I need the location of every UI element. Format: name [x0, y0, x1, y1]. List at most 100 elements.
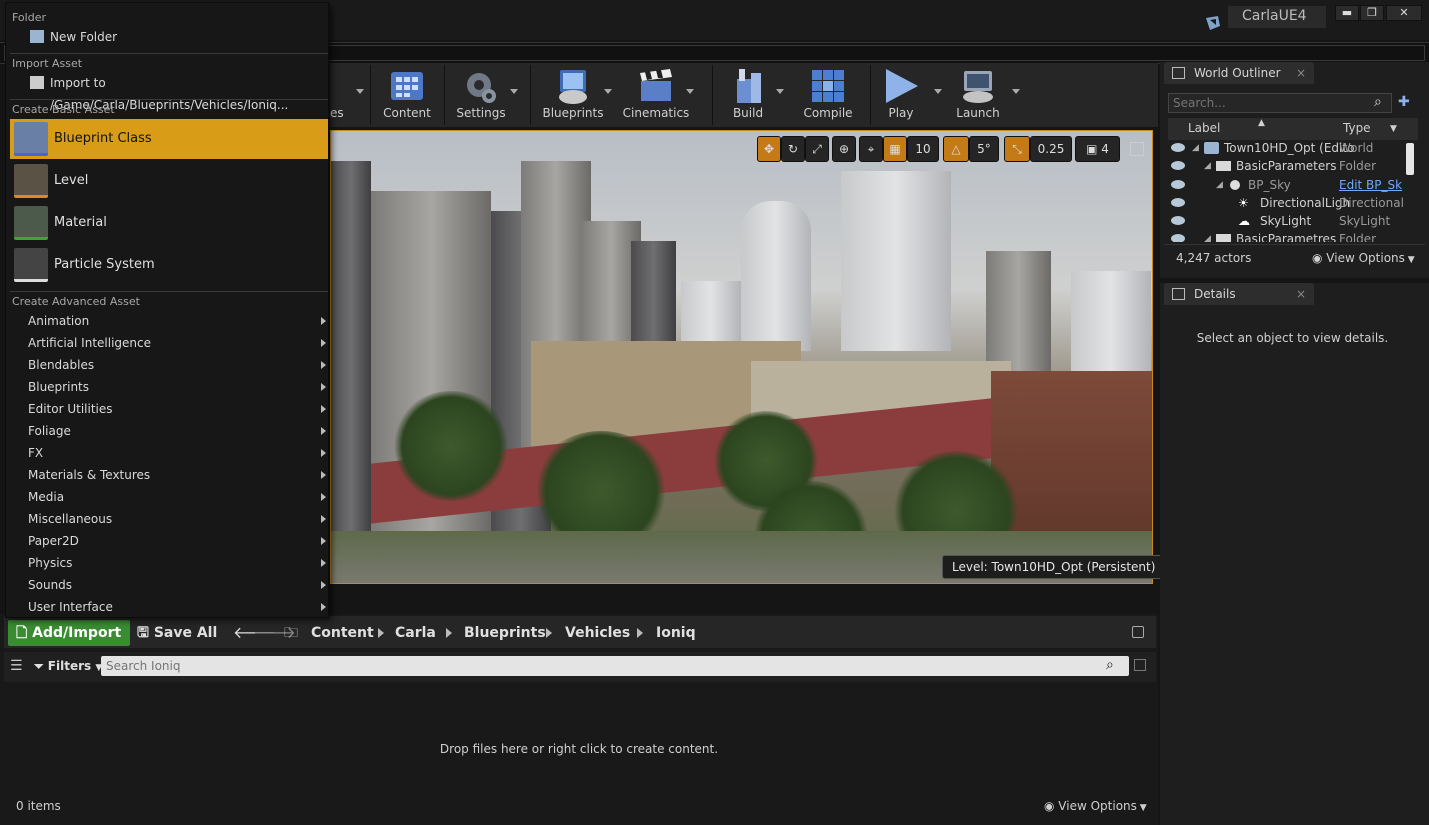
outliner-row[interactable]: ☁ SkyLight SkyLight [1168, 212, 1408, 230]
grid-snap-toggle[interactable]: ▦ [883, 136, 907, 162]
close-window-button[interactable]: ✕ [1386, 5, 1422, 21]
material-item[interactable]: Material [10, 203, 328, 243]
breadcrumb-separator-icon[interactable] [637, 628, 643, 638]
minimize-button[interactable]: ▬ [1335, 5, 1359, 21]
menu-item-sounds[interactable]: Sounds [10, 575, 328, 595]
maximize-viewport-icon[interactable] [1130, 142, 1144, 156]
scale-snap-toggle[interactable]: ⤡ [1004, 136, 1030, 162]
toolbar-modes-button[interactable]: es [330, 63, 366, 127]
visibility-eye-icon[interactable] [1171, 216, 1185, 225]
world-local-toggle[interactable]: ⊕ [832, 136, 856, 162]
expand-arrow-icon[interactable]: ◢ [1204, 230, 1211, 242]
menu-item-foliage[interactable]: Foliage [10, 421, 328, 441]
new-folder-icon [30, 30, 44, 43]
column-type[interactable]: Type [1343, 121, 1371, 135]
outliner-row[interactable]: ☀ DirectionalLigh DirectionalL [1168, 194, 1408, 212]
play-button[interactable]: Play [874, 63, 942, 127]
expand-arrow-icon[interactable]: ◢ [1192, 139, 1199, 157]
column-label[interactable]: Label [1188, 121, 1220, 135]
breadcrumb-separator-icon[interactable] [546, 628, 552, 638]
menu-item-blueprints[interactable]: Blueprints [10, 377, 328, 397]
blueprint-class-icon [14, 122, 48, 156]
sort-up-icon: ▲ [1258, 118, 1265, 128]
menu-item-animation[interactable]: Animation [10, 311, 328, 331]
content-view-options[interactable]: ◉ View Options ▼ [1044, 799, 1147, 813]
menu-item-user-interface[interactable]: User Interface [10, 597, 328, 617]
lock-icon[interactable] [1132, 626, 1144, 638]
visibility-eye-icon[interactable] [1171, 180, 1185, 189]
visibility-eye-icon[interactable] [1171, 161, 1185, 170]
visibility-eye-icon[interactable] [1171, 143, 1185, 152]
content-button[interactable]: Content [374, 63, 440, 127]
blueprints-button[interactable]: Blueprints [538, 63, 612, 127]
camera-speed-button[interactable]: ▣ 4 [1075, 136, 1120, 162]
compile-icon [809, 67, 847, 105]
breadcrumb-carla[interactable]: Carla [395, 620, 436, 646]
expand-arrow-icon[interactable]: ◢ [1216, 176, 1223, 194]
tab-world-outliner[interactable]: World Outliner × [1164, 62, 1314, 84]
visibility-eye-icon[interactable] [1171, 198, 1185, 207]
folder-icon [1216, 161, 1231, 171]
menu-item-paper2d[interactable]: Paper2D [10, 531, 328, 551]
menu-item-blendables[interactable]: Blendables [10, 355, 328, 375]
save-all-button[interactable]: 🖫 Save All [137, 620, 225, 646]
outliner-row[interactable]: ◢ BasicParametres Folder [1168, 230, 1408, 242]
add-filter-icon[interactable]: ✚ [1398, 94, 1410, 110]
level-viewport[interactable] [330, 130, 1153, 584]
settings-button[interactable]: Settings [448, 63, 518, 127]
outliner-row[interactable]: ◢ BasicParameters Folder [1168, 157, 1408, 175]
breadcrumb-separator-icon[interactable] [378, 628, 384, 638]
outliner-row[interactable]: ◢ BP_Sky Edit BP_Sk [1168, 176, 1408, 194]
scale-snap-value[interactable]: 0.25 [1030, 136, 1072, 162]
menu-item-fx[interactable]: FX [10, 443, 328, 463]
close-tab-icon[interactable]: × [1296, 283, 1306, 305]
launch-label: Launch [956, 106, 1000, 120]
rotation-snap-value[interactable]: 5° [969, 136, 999, 162]
grid-snap-value[interactable]: 10 [907, 136, 939, 162]
sources-panel-icon[interactable]: ☰ [10, 658, 23, 674]
scale-tool-button[interactable]: ⤢ [805, 136, 829, 162]
add-import-button[interactable]: 🗋 Add/Import ▼ [8, 620, 130, 666]
build-button[interactable]: Build [716, 63, 784, 127]
visibility-eye-icon[interactable] [1171, 234, 1185, 242]
maximize-button[interactable]: ❐ [1360, 5, 1384, 21]
submenu-arrow-icon [321, 427, 326, 435]
close-tab-icon[interactable]: × [1296, 62, 1306, 84]
breadcrumb-separator-icon[interactable] [446, 628, 452, 638]
launch-button[interactable]: Launch [950, 63, 1020, 127]
surface-snap-button[interactable]: ⌖ [859, 136, 883, 162]
breadcrumb-content[interactable]: Content [311, 620, 374, 646]
rotation-snap-toggle[interactable]: △ [943, 136, 969, 162]
breadcrumb-blueprints[interactable]: Blueprints [464, 620, 546, 646]
outliner-view-options[interactable]: ◉ View Options ▼ [1312, 251, 1415, 265]
breadcrumb-ioniq[interactable]: Ioniq [656, 620, 696, 646]
rotate-tool-button[interactable]: ↻ [781, 136, 805, 162]
outliner-row-label: Town10HD_Opt (Edito [1224, 141, 1355, 155]
cinematics-button[interactable]: Cinematics [622, 63, 694, 127]
content-search-input[interactable] [101, 656, 1129, 676]
menu-item-materials-textures[interactable]: Materials & Textures [10, 465, 328, 485]
new-folder-item[interactable]: New Folder [10, 26, 328, 48]
menu-item-physics[interactable]: Physics [10, 553, 328, 573]
save-search-icon[interactable] [1134, 659, 1146, 671]
menu-item-miscellaneous[interactable]: Miscellaneous [10, 509, 328, 529]
level-item[interactable]: Level [10, 161, 328, 201]
edit-blueprint-link[interactable]: Edit BP_Sk [1339, 176, 1405, 194]
menu-item-label: Foliage [28, 424, 71, 438]
outliner-row[interactable]: ◢ Town10HD_Opt (Edito World [1168, 139, 1408, 157]
filters-dropdown[interactable]: ⏷ Filters ▼ [34, 656, 102, 676]
translate-tool-button[interactable]: ✥ [757, 136, 781, 162]
menu-item-label: Paper2D [28, 534, 79, 548]
blueprint-class-item[interactable]: Blueprint Class [10, 119, 328, 159]
tab-details[interactable]: Details × [1164, 283, 1314, 305]
menu-item-label: Blendables [28, 358, 95, 372]
compile-button[interactable]: Compile [796, 63, 860, 127]
menu-item-editor-utilities[interactable]: Editor Utilities [10, 399, 328, 419]
particle-system-item[interactable]: Particle System [10, 245, 328, 285]
expand-arrow-icon[interactable]: ◢ [1204, 157, 1211, 175]
outliner-search-input[interactable] [1168, 93, 1392, 113]
import-to-item[interactable]: Import to /Game/Carla/Blueprints/Vehicle… [10, 72, 328, 112]
menu-item-artificial-intelligence[interactable]: Artificial Intelligence [10, 333, 328, 353]
breadcrumb-vehicles[interactable]: Vehicles [565, 620, 630, 646]
menu-item-media[interactable]: Media [10, 487, 328, 507]
